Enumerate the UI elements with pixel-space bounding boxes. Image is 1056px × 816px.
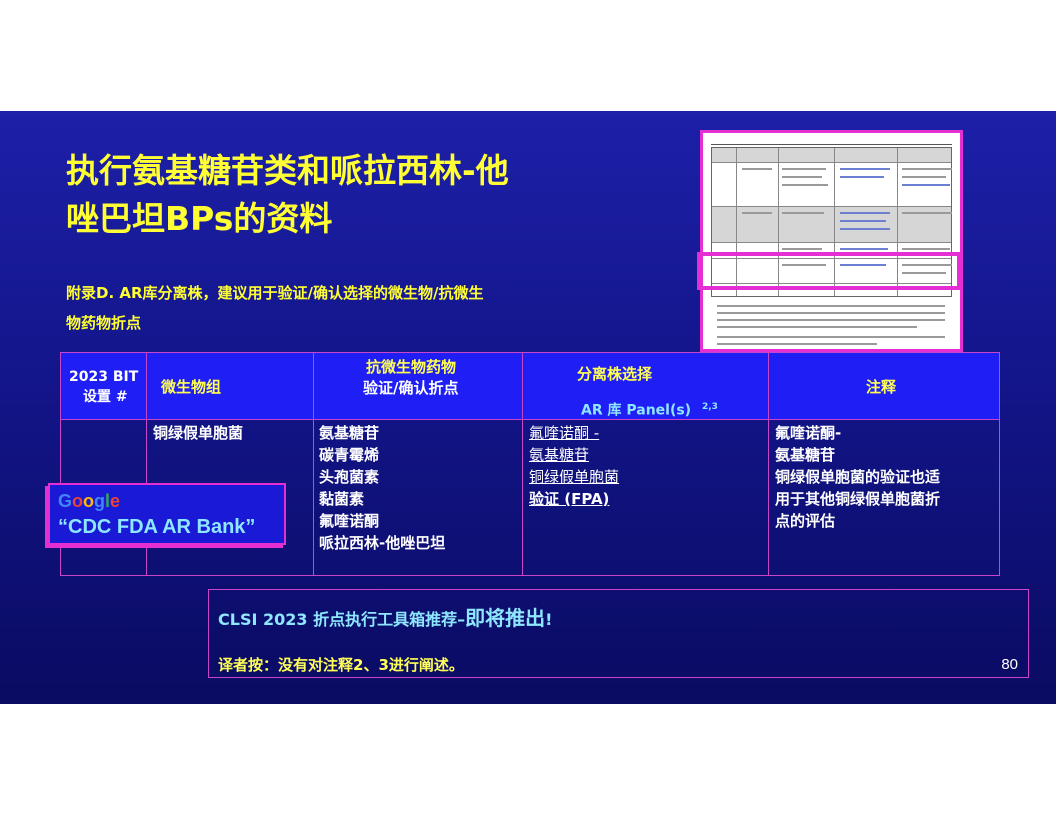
header-cell-organism: 微生物组 (146, 352, 314, 420)
header-organism: 微生物组 (161, 378, 222, 396)
google-search-query: “CDC FDA AR Bank” (58, 516, 256, 538)
drug-item: 氟喹诺酮 (319, 512, 380, 530)
title-line-1: 执行氨基糖苷类和哌拉西林-他 (66, 151, 509, 190)
header-cell-drugs: 抗微生物药物 验证/确认折点 (313, 352, 523, 420)
subtitle-line-1: 附录D. AR库分离株，建议用于验证/确认选择的微生物/抗微生 (66, 284, 484, 302)
note-toolkit-prefix: CLSI 2023 折点执行工具箱推荐– (218, 610, 466, 629)
header-bit-set-line2: 设置 # (83, 389, 128, 405)
slide: 执行氨基糖苷类和哌拉西林-他 唑巴坦BPs的资料 附录D. AR库分离株，建议用… (0, 111, 1056, 704)
google-logo: Google (58, 491, 121, 511)
panel-link-line[interactable]: 铜绿假单胞菌 (529, 466, 619, 488)
document-thumbnail (700, 130, 963, 352)
note-toolkit-emphasis: 即将推出 (465, 606, 546, 630)
body-cell-drugs: 氨基糖苷 碳青霉烯 头孢菌素 黏菌素 氟喹诺酮 哌拉西林-他唑巴坦 (313, 420, 523, 576)
header-comments: 注释 (866, 378, 897, 396)
drug-item: 哌拉西林-他唑巴坦 (319, 534, 446, 552)
header-drugs-line1: 抗微生物药物 (366, 358, 457, 376)
body-cell-panels: 氟喹诺酮 - 氨基糖苷 铜绿假单胞菌 验证 (FPA) (522, 420, 769, 576)
header-bit-set-line1: 2023 BIT (69, 369, 139, 385)
drug-item: 黏菌素 (319, 490, 365, 508)
drug-list: 氨基糖苷 碳青霉烯 头孢菌素 黏菌素 氟喹诺酮 哌拉西林-他唑巴坦 (319, 422, 445, 554)
body-cell-comments: 氟喹诺酮- 氨基糖苷 铜绿假单胞菌的验证也适 用于其他铜绿假单胞菌折 点的评估 (768, 420, 1000, 576)
document-highlight-box (697, 252, 961, 290)
panel-link[interactable]: 氟喹诺酮 - 氨基糖苷 铜绿假单胞菌 验证 (FPA) (529, 422, 619, 510)
translator-note: 译者按：没有对注释2、3进行阐述。 (218, 656, 464, 674)
note-box: CLSI 2023 折点执行工具箱推荐–即将推出! 译者按：没有对注释2、3进行… (208, 589, 1029, 678)
page-number: 80 (1001, 656, 1018, 673)
title-line-2: 唑巴坦BPs的资料 (66, 199, 333, 238)
organism-name: 铜绿假单胞菌 (153, 424, 244, 442)
header-cell-panels: 分离株选择 AR 库 Panel(s) 2,3 (522, 352, 769, 420)
comment-text: 氟喹诺酮- 氨基糖苷 铜绿假单胞菌的验证也适 用于其他铜绿假单胞菌折 点的评估 (775, 422, 940, 532)
panel-link-line[interactable]: 氨基糖苷 (529, 444, 619, 466)
slide-subtitle: 附录D. AR库分离株，建议用于验证/确认选择的微生物/抗微生 物药物折点 (66, 278, 626, 338)
subtitle-line-2: 物药物折点 (66, 314, 142, 332)
header-cell-bit-set: 2023 BIT 设置 # (60, 352, 147, 420)
comment-line: 用于其他铜绿假单胞菌折 (775, 490, 941, 508)
google-search-callout: Google “CDC FDA AR Bank” (48, 483, 286, 545)
header-panels-label: AR 库 Panel(s) (581, 402, 692, 419)
header-cell-comments: 注释 (768, 352, 1000, 420)
drug-item: 氨基糖苷 (319, 424, 380, 442)
header-panels-line1: 分离株选择 (577, 365, 653, 383)
panel-link-line[interactable]: 验证 (FPA) (529, 488, 619, 510)
comment-line: 氨基糖苷 (775, 446, 836, 464)
panel-link-line[interactable]: 氟喹诺酮 - (529, 422, 619, 444)
note-toolkit-line: CLSI 2023 折点执行工具箱推荐–即将推出! (218, 602, 552, 631)
header-drugs-line2: 验证/确认折点 (363, 379, 459, 397)
drug-item: 头孢菌素 (319, 468, 380, 486)
drug-item: 碳青霉烯 (319, 446, 380, 464)
comment-line: 铜绿假单胞菌的验证也适 (775, 468, 941, 486)
header-panels-footnote: 2,3 (701, 402, 718, 412)
comment-line: 氟喹诺酮- (775, 424, 842, 442)
slide-title: 执行氨基糖苷类和哌拉西林-他 唑巴坦BPs的资料 (66, 147, 666, 243)
comment-line: 点的评估 (775, 512, 836, 530)
note-toolkit-suffix: ! (545, 610, 553, 629)
header-panels-line2: AR 库 Panel(s) 2,3 (581, 397, 718, 421)
